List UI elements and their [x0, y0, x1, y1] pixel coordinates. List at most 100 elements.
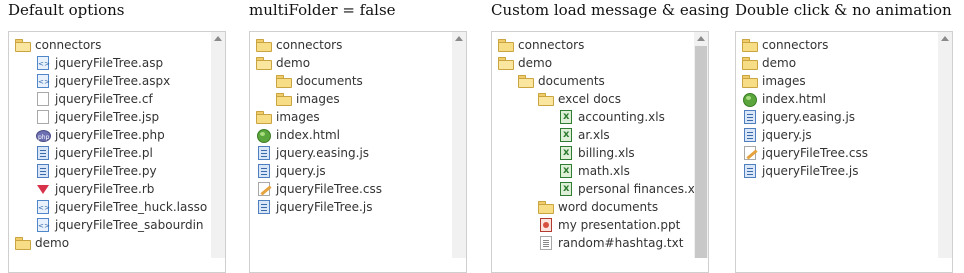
tree-item-label: jquery.easing.js	[276, 146, 370, 160]
tree-item-label: random#hashtag.txt	[558, 236, 684, 250]
tree-item-label: index.html	[762, 92, 826, 106]
html-file-icon	[743, 93, 757, 107]
panel-title: multiFolder = false	[249, 1, 396, 19]
css-file-icon	[744, 146, 756, 160]
tree-item-label: word documents	[558, 200, 659, 214]
file-tree[interactable]: connectors demo documents excel docs account…	[491, 31, 709, 273]
tree-item-label: demo	[276, 56, 311, 70]
folder-icon	[256, 110, 272, 124]
tree-item-label: my presentation.ppt	[558, 218, 681, 232]
php-file-icon	[36, 129, 51, 147]
script-file-icon	[37, 146, 49, 160]
tree-item-label: jquery.js	[762, 128, 812, 142]
tree-item-label: connectors	[762, 38, 829, 52]
xls-file-icon	[560, 162, 572, 180]
tree-item-label: connectors	[35, 38, 102, 52]
folder-open-icon	[518, 74, 534, 88]
tree-item-label: personal finances.xls	[578, 182, 705, 196]
folder-icon	[742, 74, 758, 88]
ruby-file-icon	[37, 185, 49, 194]
xls-file-icon	[560, 180, 572, 198]
tree-item-label: demo	[762, 56, 797, 70]
file-tree[interactable]: connectors demo images index.html jquery.eas…	[735, 31, 953, 273]
tree-item-label: demo	[518, 56, 553, 70]
script-file-icon	[744, 110, 756, 124]
tree-item-label: demo	[35, 236, 70, 250]
tree-item-label: jqueryFileTree.css	[762, 146, 868, 160]
scrollbar[interactable]	[452, 32, 466, 258]
tree-item-label: images	[276, 110, 320, 124]
tree-item-label: index.html	[276, 128, 340, 142]
txt-file-icon	[540, 236, 552, 250]
folder-icon	[276, 92, 292, 106]
ppt-file-icon	[540, 218, 552, 232]
tree-item-label: jqueryFileTree.py	[55, 164, 157, 178]
tree-item-label: jqueryFileTree.cf	[55, 92, 153, 106]
script-file-icon	[258, 164, 270, 178]
script-file-icon	[258, 146, 270, 160]
tree-item-label: jqueryFileTree.asp	[55, 56, 164, 70]
folder-icon	[276, 74, 292, 88]
tree-item-label: jqueryFileTree.css	[276, 182, 382, 196]
tree-item-label: ar.xls	[578, 128, 610, 142]
tree-item-label: jqueryFileTree.php	[55, 128, 165, 142]
code-file-icon	[37, 199, 49, 217]
script-file-icon	[744, 128, 756, 142]
panel-title: Custom load message & easing	[491, 1, 730, 19]
folder-icon	[742, 38, 758, 52]
css-file-icon	[258, 182, 270, 196]
tree-item-label: images	[296, 92, 340, 106]
tree-item-label: jquery.js	[276, 164, 326, 178]
folder-open-icon	[538, 92, 554, 106]
folder-icon	[538, 200, 554, 214]
tree-item-label: documents	[296, 74, 363, 88]
panel-double-click: Double click & no animation connectors de…	[735, 0, 953, 273]
script-file-icon	[37, 164, 49, 178]
scroll-up-icon[interactable]	[452, 32, 466, 46]
blank-file-icon	[37, 92, 49, 106]
tree-item-label: billing.xls	[578, 146, 635, 160]
tree-item-label: jqueryFileTree.js	[276, 200, 373, 214]
scroll-thumb[interactable]	[695, 46, 707, 258]
tree-item-label: connectors	[518, 38, 585, 52]
html-file-icon	[257, 129, 271, 143]
blank-file-icon	[37, 110, 49, 124]
scrollbar[interactable]	[694, 32, 708, 258]
folder-open-icon	[15, 38, 31, 52]
tree-item-label: connectors	[276, 38, 343, 52]
code-file-icon	[37, 55, 49, 73]
panel-multifolder-false: multiFolder = false connectors demo docume…	[249, 0, 467, 273]
tree-item-label: math.xls	[578, 164, 630, 178]
tree-item-label: jqueryFileTree.js	[762, 164, 859, 178]
scrollbar[interactable]	[938, 32, 952, 258]
tree-item-label: documents	[538, 74, 605, 88]
panel-title: Double click & no animation	[735, 1, 952, 19]
panel-title: Default options	[8, 1, 125, 19]
tree-item-label: accounting.xls	[578, 110, 665, 124]
tree-item-label: excel docs	[558, 92, 621, 106]
folder-icon	[256, 38, 272, 52]
folder-icon	[15, 236, 31, 250]
folder-open-icon	[256, 56, 272, 70]
scrollbar[interactable]	[211, 32, 225, 258]
xls-file-icon	[560, 108, 572, 126]
panel-custom-load-message: Custom load message & easing connectors d…	[491, 0, 729, 273]
tree-item-label: images	[762, 74, 806, 88]
script-file-icon	[744, 164, 756, 178]
xls-file-icon	[560, 144, 572, 162]
folder-open-icon	[498, 56, 514, 70]
folder-icon	[742, 56, 758, 70]
tree-item-label: jqueryFileTree_huck.lasso	[55, 200, 208, 214]
scroll-up-icon[interactable]	[694, 32, 708, 46]
file-tree[interactable]: connectors jqueryFileTree.asp jqueryFileTr…	[8, 31, 226, 273]
tree-item-label: jqueryFileTree.rb	[55, 182, 155, 196]
tree-item-label: jquery.easing.js	[762, 110, 856, 124]
file-tree[interactable]: connectors demo documents images images index…	[249, 31, 467, 273]
code-file-icon	[37, 73, 49, 91]
tree-item-label: jqueryFileTree.aspx	[55, 74, 171, 88]
script-file-icon	[258, 200, 270, 214]
scroll-up-icon[interactable]	[938, 32, 952, 46]
folder-icon	[498, 38, 514, 52]
tree-item-label: jqueryFileTree.jsp	[55, 110, 160, 124]
scroll-up-icon[interactable]	[211, 32, 225, 46]
